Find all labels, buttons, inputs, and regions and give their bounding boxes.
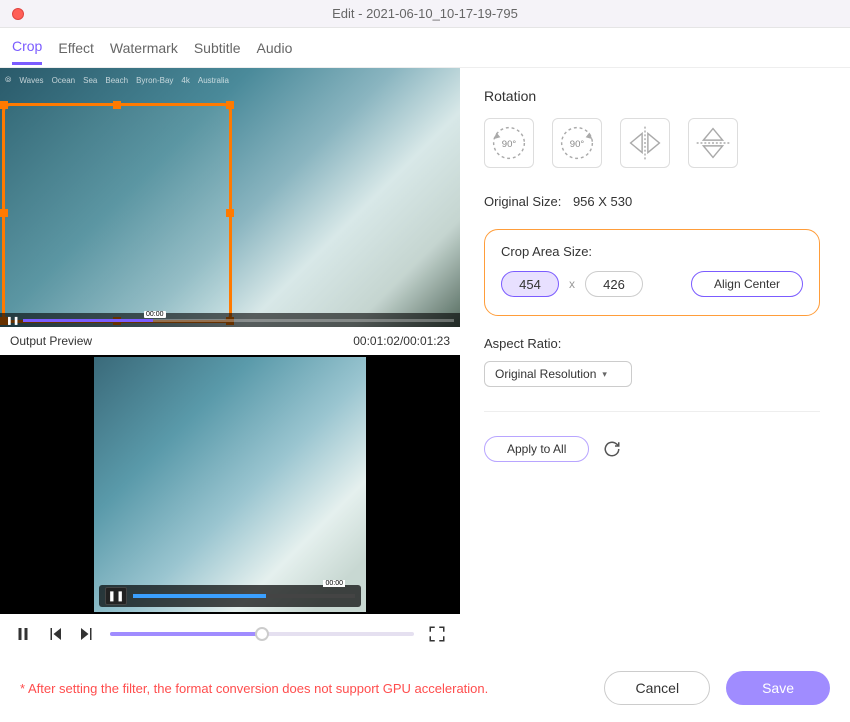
output-preview: ❚❚ 00:00 xyxy=(0,355,460,614)
crop-size-separator: x xyxy=(569,277,575,291)
crop-handle-rm[interactable] xyxy=(226,209,234,217)
right-panel: Rotation 90° 90° Original Size: 956 X 53… xyxy=(460,68,850,654)
flip-vertical-button[interactable] xyxy=(688,118,738,168)
aspect-ratio-label: Aspect Ratio: xyxy=(484,336,820,351)
source-playbar: ❚❚ 00:00 xyxy=(0,313,460,327)
left-panel: ⦾WavesOceanSeaBeachByron-Bay4kAustralia … xyxy=(0,68,460,654)
svg-text:90°: 90° xyxy=(502,139,517,150)
svg-text:90°: 90° xyxy=(570,139,585,150)
aspect-ratio-value: Original Resolution xyxy=(495,367,596,381)
footer-buttons: Cancel Save xyxy=(604,671,830,705)
rotate-cw-button[interactable]: 90° xyxy=(552,118,602,168)
pause-button[interactable] xyxy=(14,625,32,643)
aspect-ratio-select[interactable]: Original Resolution ▾ xyxy=(484,361,632,387)
close-window-button[interactable] xyxy=(12,8,24,20)
source-meta-tags: ⦾WavesOceanSeaBeachByron-Bay4kAustralia xyxy=(5,73,455,87)
crop-height-input[interactable] xyxy=(585,271,643,297)
footer-warning: * After setting the filter, the format c… xyxy=(20,681,488,696)
crop-area-row: x Align Center xyxy=(501,271,803,297)
rotate-ccw-button[interactable]: 90° xyxy=(484,118,534,168)
crop-handle-tm[interactable] xyxy=(113,101,121,109)
step-forward-button[interactable] xyxy=(78,625,96,643)
tab-crop[interactable]: Crop xyxy=(12,30,42,65)
timecode: 00:01:02/00:01:23 xyxy=(353,334,450,348)
reset-icon[interactable] xyxy=(603,440,621,458)
footer: * After setting the filter, the format c… xyxy=(0,654,850,722)
crop-handle-tr[interactable] xyxy=(226,101,234,109)
chevron-down-icon: ▾ xyxy=(602,369,607,380)
crop-area-group: Crop Area Size: x Align Center xyxy=(484,229,820,316)
tabs-row: Crop Effect Watermark Subtitle Audio xyxy=(0,28,850,68)
crop-handle-tl[interactable] xyxy=(0,101,8,109)
source-time-tooltip: 00:00 xyxy=(144,311,166,318)
crop-area-label: Crop Area Size: xyxy=(501,244,803,259)
output-time-tooltip: 00:00 xyxy=(323,580,345,587)
apply-row: Apply to All xyxy=(484,436,820,462)
apply-to-all-button[interactable]: Apply to All xyxy=(484,436,589,462)
rotation-buttons: 90° 90° xyxy=(484,118,820,168)
save-button[interactable]: Save xyxy=(726,671,830,705)
align-center-button[interactable]: Align Center xyxy=(691,271,803,297)
output-video-frame: ❚❚ 00:00 xyxy=(94,357,366,612)
step-back-button[interactable] xyxy=(46,625,64,643)
output-label-row: Output Preview 00:01:02/00:01:23 xyxy=(0,327,460,355)
crop-rectangle[interactable] xyxy=(2,103,232,323)
original-size-value: 956 X 530 xyxy=(573,194,632,209)
original-size-label: Original Size: xyxy=(484,194,561,209)
crop-width-input[interactable] xyxy=(501,271,559,297)
source-pause-icon[interactable]: ❚❚ xyxy=(6,316,19,325)
window-title: Edit - 2021-06-10_10-17-19-795 xyxy=(0,6,850,21)
output-preview-label: Output Preview xyxy=(10,334,92,348)
source-scrubber[interactable]: 00:00 xyxy=(23,319,454,322)
transport-controls xyxy=(0,614,460,654)
original-size-row: Original Size: 956 X 530 xyxy=(484,194,820,209)
output-scrubber[interactable]: 00:00 xyxy=(133,594,355,598)
main-scrubber[interactable] xyxy=(110,632,414,636)
source-preview[interactable]: ⦾WavesOceanSeaBeachByron-Bay4kAustralia … xyxy=(0,68,460,327)
scrub-thumb[interactable] xyxy=(255,627,269,641)
cancel-button[interactable]: Cancel xyxy=(604,671,710,705)
tab-subtitle[interactable]: Subtitle xyxy=(194,32,241,64)
tab-watermark[interactable]: Watermark xyxy=(110,32,178,64)
rotation-label: Rotation xyxy=(484,88,820,104)
crop-handle-lm[interactable] xyxy=(0,209,8,217)
output-pause-button[interactable]: ❚❚ xyxy=(105,587,127,605)
fullscreen-button[interactable] xyxy=(428,625,446,643)
tab-audio[interactable]: Audio xyxy=(257,32,293,64)
titlebar: Edit - 2021-06-10_10-17-19-795 xyxy=(0,0,850,28)
main-content: ⦾WavesOceanSeaBeachByron-Bay4kAustralia … xyxy=(0,68,850,654)
flip-horizontal-button[interactable] xyxy=(620,118,670,168)
tab-effect[interactable]: Effect xyxy=(58,32,94,64)
output-playbar: ❚❚ 00:00 xyxy=(99,585,361,607)
divider xyxy=(484,411,820,412)
